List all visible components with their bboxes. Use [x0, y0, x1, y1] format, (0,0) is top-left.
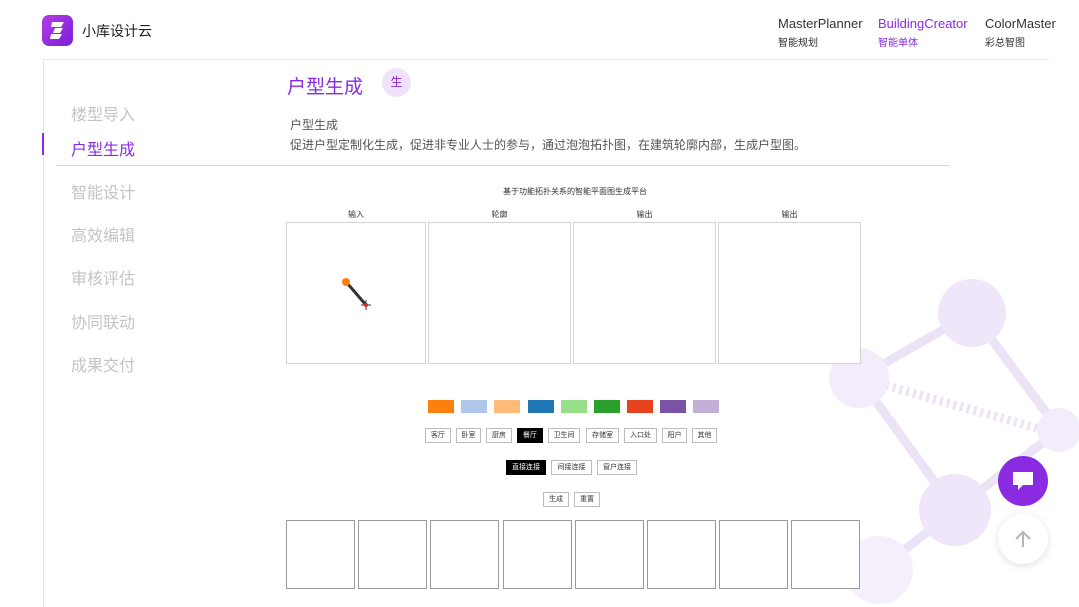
room-chip-bedroom[interactable]: 卧室: [456, 428, 481, 443]
sidebar-item-collaboration[interactable]: 协同联动: [71, 309, 135, 333]
color-swatch[interactable]: [428, 400, 454, 413]
nav-label-en: BuildingCreator: [878, 16, 968, 31]
result-thumbnail[interactable]: [647, 520, 716, 589]
input-canvas[interactable]: [286, 222, 426, 364]
color-swatch[interactable]: [693, 400, 719, 413]
sidebar-item-efficient-editing[interactable]: 高效编辑: [71, 222, 135, 246]
color-swatch[interactable]: [561, 400, 587, 413]
demo-title: 基于功能拓扑关系的智能平面图生成平台: [503, 187, 647, 196]
nav-label-cn: 智能规划: [778, 38, 818, 49]
result-thumbnail[interactable]: [791, 520, 860, 589]
result-thumbnail[interactable]: [430, 520, 499, 589]
output-canvas: [573, 222, 716, 364]
arrow-up-icon: [1015, 530, 1031, 547]
nav-label-cn: 智能单体: [878, 38, 918, 49]
sidebar-item-unit-generation[interactable]: 户型生成: [71, 136, 135, 160]
logo-icon[interactable]: [42, 15, 73, 46]
sidebar-item-review[interactable]: 审核评估: [71, 265, 135, 289]
nav-colormaster[interactable]: ColorMaster 彩总智图: [985, 16, 1056, 49]
color-swatch[interactable]: [461, 400, 487, 413]
color-swatch[interactable]: [627, 400, 653, 413]
sidebar-active-marker: [42, 133, 44, 155]
section-description: 促进户型定制化生成，促进非专业人士的参与，通过泡泡拓扑图，在建筑轮廓内部，生成户…: [290, 138, 807, 152]
nav-label-cn: 彩总智图: [985, 38, 1025, 49]
chat-icon: [1013, 472, 1033, 490]
result-thumbnail[interactable]: [575, 520, 644, 589]
color-swatch[interactable]: [528, 400, 554, 413]
output-canvas: [718, 222, 861, 364]
nav-label-en: MasterPlanner: [778, 16, 863, 31]
panel-label-outline: 轮廓: [491, 210, 508, 219]
color-swatch[interactable]: [494, 400, 520, 413]
back-to-top-button[interactable]: [998, 514, 1048, 564]
section-subtitle: 户型生成: [290, 118, 339, 132]
panel-label-input: 输入: [348, 210, 364, 219]
brand-name[interactable]: 小库设计云: [82, 21, 152, 41]
nav-label-en: ColorMaster: [985, 16, 1056, 31]
connection-chip-direct[interactable]: 直接连接: [506, 460, 546, 475]
room-chip-entrance[interactable]: 入口处: [624, 428, 657, 443]
pen-cursor-icon: [342, 278, 371, 310]
room-chip-living[interactable]: 客厅: [425, 428, 451, 443]
result-thumbnail[interactable]: [358, 520, 427, 589]
outline-canvas: [428, 222, 571, 364]
nav-buildingcreator[interactable]: BuildingCreator 智能单体: [878, 16, 968, 49]
panel-label-output: 输出: [781, 210, 798, 219]
connection-chip-indirect[interactable]: 间接连接: [551, 460, 592, 475]
generate-button[interactable]: 生成: [543, 492, 569, 507]
section-badge: 生: [382, 68, 411, 97]
section-divider: [56, 165, 950, 166]
color-swatch[interactable]: [660, 400, 686, 413]
nav-masterplanner[interactable]: MasterPlanner 智能规划: [778, 16, 863, 49]
sidebar-item-smart-design[interactable]: 智能设计: [71, 179, 135, 203]
result-thumbnail[interactable]: [503, 520, 572, 589]
reset-button[interactable]: 重置: [574, 492, 600, 507]
room-chip-kitchen[interactable]: 厨房: [486, 428, 512, 443]
room-chip-bathroom[interactable]: 卫生间: [548, 428, 580, 443]
sidebar-item-delivery[interactable]: 成果交付: [71, 352, 135, 376]
sidebar-item-building-import[interactable]: 楼型导入: [71, 101, 135, 125]
section-title: 户型生成: [287, 76, 364, 98]
room-chip-balcony[interactable]: 阳户: [662, 428, 687, 443]
result-thumbnail[interactable]: [719, 520, 788, 589]
room-chip-dining[interactable]: 餐厅: [517, 428, 543, 443]
color-swatch[interactable]: [594, 400, 620, 413]
room-chip-other[interactable]: 其他: [692, 428, 717, 443]
room-chip-storage[interactable]: 存储室: [586, 428, 619, 443]
header-divider: [43, 59, 1049, 60]
result-thumbnail[interactable]: [286, 520, 355, 589]
panel-label-output: 输出: [636, 210, 653, 219]
connection-chip-window[interactable]: 窗户连接: [597, 460, 637, 475]
chat-button[interactable]: [998, 456, 1048, 506]
